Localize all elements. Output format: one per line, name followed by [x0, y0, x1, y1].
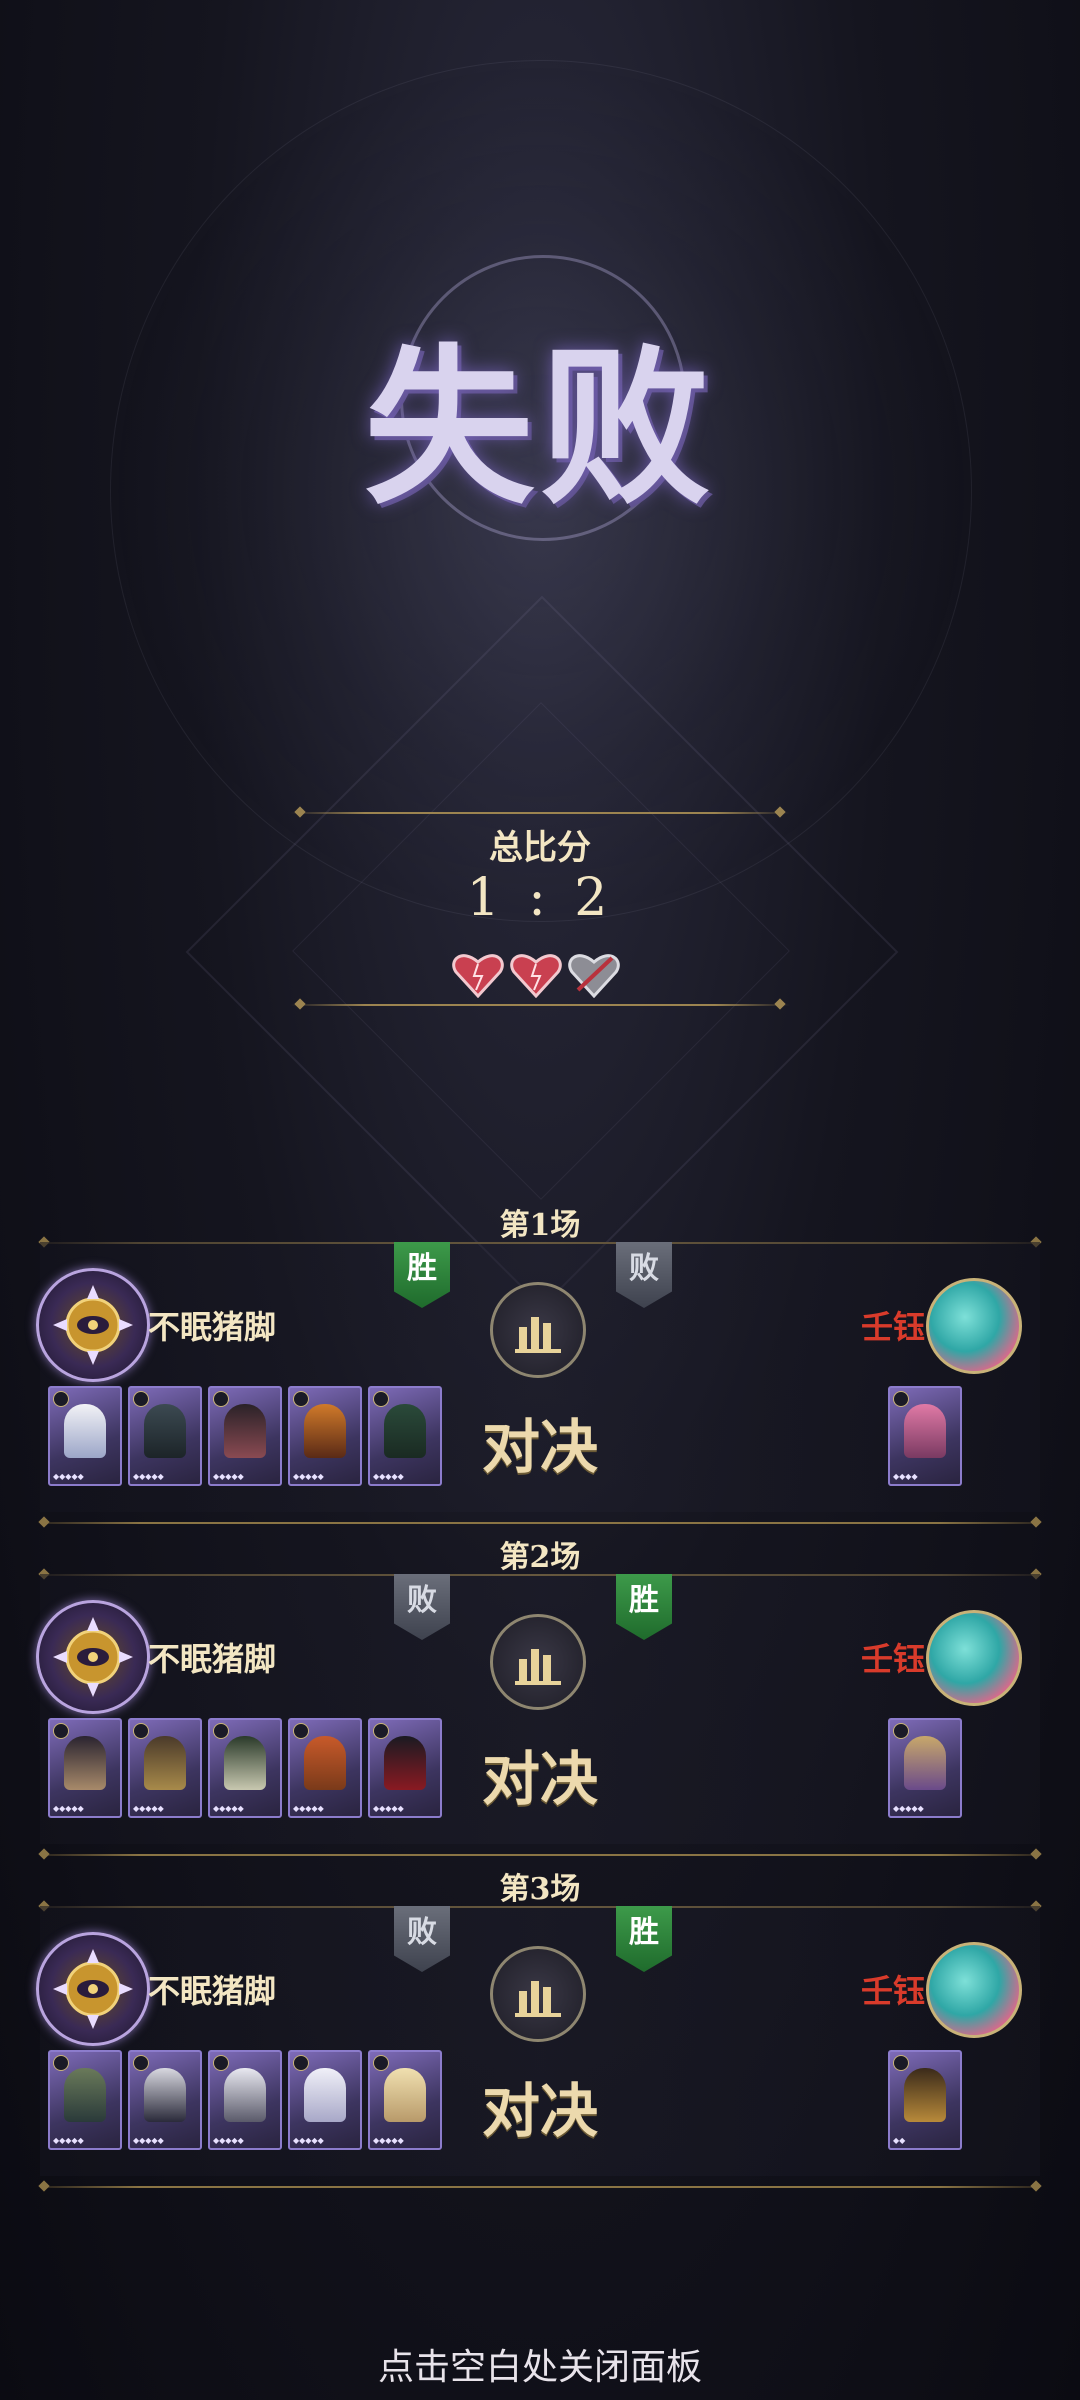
score-divider-top — [290, 812, 790, 814]
score-divider-bottom — [290, 1004, 790, 1006]
opponent-name: 壬钰 — [860, 1972, 925, 2010]
result-title: 失败 — [363, 328, 716, 528]
opponent-hero-card[interactable]: ◆◆◆◆◆ — [888, 1718, 962, 1818]
opponent-avatar — [926, 1942, 1022, 2038]
heart-broken-icon — [568, 950, 620, 998]
player-emblem-icon — [36, 1932, 150, 2046]
opponent-hero-card[interactable]: ◆◆ — [888, 2050, 962, 2150]
total-score-label: 总比分 — [489, 828, 591, 868]
round-title: 第1场 — [499, 1208, 581, 1243]
round-panel-2: 第2场 败 胜 不眠猪脚 壬钰 ◆◆◆◆◆ ◆◆◆◆◆ ◆◆◆◆◆ ◆◆◆◆◆ … — [0, 1532, 1080, 1862]
round-panel-1: 第1场 胜 败 不眠猪脚 壬钰 ◆◆◆◆◆ ◆◆◆◆◆ ◆◆◆◆◆ ◆◆◆◆◆ … — [0, 1200, 1080, 1530]
opponent-avatar — [926, 1278, 1022, 1374]
stats-icon[interactable] — [490, 1614, 586, 1710]
close-panel-hint[interactable]: 点击空白处关闭面板 — [0, 2338, 1080, 2390]
round-divider — [40, 1522, 1040, 1524]
opponent-avatar — [926, 1610, 1022, 1706]
round-divider — [40, 2186, 1040, 2188]
opponent-hero-card[interactable]: ◆◆◆◆ — [888, 1386, 962, 1486]
player-emblem-icon — [36, 1600, 150, 1714]
stats-icon[interactable] — [490, 1282, 586, 1378]
player-name: 不眠猪脚 — [148, 1640, 277, 1678]
round-title: 第2场 — [499, 1540, 581, 1575]
player-name: 不眠猪脚 — [148, 1972, 277, 2010]
round-panel-3: 第3场 败 胜 不眠猪脚 壬钰 ◆◆◆◆◆ ◆◆◆◆◆ ◆◆◆◆◆ ◆◆◆◆◆ … — [0, 1864, 1080, 2194]
opponent-name: 壬钰 — [860, 1308, 925, 1346]
round-title: 第3场 — [499, 1872, 581, 1907]
stats-icon[interactable] — [490, 1946, 586, 2042]
total-score-value: 1 : 2 — [466, 868, 614, 928]
heart-full-icon — [452, 950, 504, 998]
opponent-name: 壬钰 — [860, 1640, 925, 1678]
heart-full-icon — [510, 950, 562, 998]
player-emblem-icon — [36, 1268, 150, 1382]
hearts-row — [452, 950, 620, 998]
round-divider — [40, 1854, 1040, 1856]
player-name: 不眠猪脚 — [148, 1308, 277, 1346]
